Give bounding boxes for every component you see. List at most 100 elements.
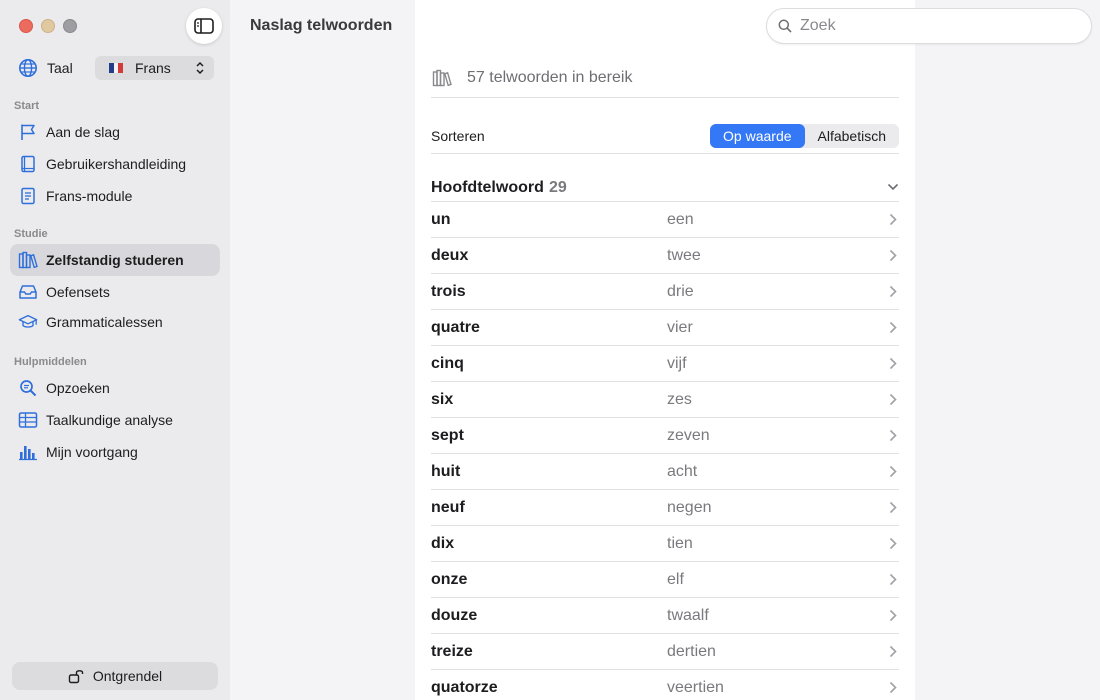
sidebar-item-gebruikershandleiding[interactable]: Gebruikershandleiding bbox=[10, 148, 220, 180]
french-numeral: un bbox=[431, 211, 451, 228]
list-item[interactable]: quatorze veertien bbox=[431, 670, 899, 700]
books-icon bbox=[432, 69, 452, 86]
sidebar-item-opzoeken[interactable]: Opzoeken bbox=[10, 372, 220, 404]
unlock-label: Ontgrendel bbox=[92, 668, 163, 684]
french-numeral: sept bbox=[431, 427, 464, 444]
chevron-right-icon bbox=[889, 465, 897, 478]
language-select[interactable]: Frans bbox=[95, 56, 214, 80]
chevron-down-icon bbox=[887, 183, 899, 191]
list-item[interactable]: un een bbox=[431, 202, 899, 238]
sidebar-item-label: Mijn voortgang bbox=[46, 444, 138, 460]
sidebar-item-label: Oefensets bbox=[46, 284, 110, 300]
chevron-right-icon bbox=[889, 573, 897, 586]
list-item[interactable]: douze twaalf bbox=[431, 598, 899, 634]
dutch-translation: acht bbox=[667, 463, 698, 480]
list-item[interactable]: neuf negen bbox=[431, 490, 899, 526]
dutch-translation: een bbox=[667, 211, 694, 228]
french-numeral: cinq bbox=[431, 355, 464, 372]
french-numeral: treize bbox=[431, 643, 473, 660]
chevron-right-icon bbox=[889, 645, 897, 658]
dutch-translation: twaalf bbox=[667, 607, 709, 624]
french-numeral: neuf bbox=[431, 499, 465, 516]
chevron-right-icon bbox=[889, 321, 897, 334]
french-numeral: huit bbox=[431, 463, 461, 480]
dutch-translation: drie bbox=[667, 283, 694, 300]
search-icon bbox=[778, 19, 792, 33]
page-title: Naslag telwoorden bbox=[250, 17, 393, 34]
sidebar-toggle-icon bbox=[194, 18, 214, 34]
tray-icon bbox=[18, 282, 38, 302]
sidebar-item-label: Grammaticalessen bbox=[46, 314, 163, 330]
language-select-value: Frans bbox=[135, 60, 171, 76]
books-icon bbox=[18, 250, 38, 270]
french-numeral: deux bbox=[431, 247, 469, 264]
section-title-start: Start bbox=[14, 100, 40, 112]
list-item[interactable]: deux twee bbox=[431, 238, 899, 274]
range-count-text: 57 telwoorden in bereik bbox=[467, 68, 633, 86]
dutch-translation: zes bbox=[667, 391, 692, 408]
chevron-right-icon bbox=[889, 501, 897, 514]
list-item[interactable]: dix tien bbox=[431, 526, 899, 562]
unlock-icon bbox=[68, 670, 84, 684]
right-pane bbox=[915, 0, 1100, 700]
sidebar: Taal Frans Start Aan de slag Gebruikersh… bbox=[0, 0, 230, 700]
list-item[interactable]: onze elf bbox=[431, 562, 899, 598]
list-item[interactable]: six zes bbox=[431, 382, 899, 418]
french-numeral: douze bbox=[431, 607, 478, 624]
updown-chevron-icon bbox=[196, 61, 204, 75]
list-item[interactable]: cinq vijf bbox=[431, 346, 899, 382]
chevron-right-icon bbox=[889, 213, 897, 226]
sidebar-item-taalkundige-analyse[interactable]: Taalkundige analyse bbox=[10, 404, 220, 436]
sidebar-item-label: Frans-module bbox=[46, 188, 133, 204]
french-numeral: trois bbox=[431, 283, 466, 300]
sort-by-value-button[interactable]: Op waarde bbox=[710, 124, 805, 148]
dutch-translation: negen bbox=[667, 499, 712, 516]
sidebar-item-aan-de-slag[interactable]: Aan de slag bbox=[10, 116, 220, 148]
search-input[interactable]: Zoek bbox=[800, 17, 836, 35]
sidebar-item-frans-module[interactable]: Frans-module bbox=[10, 180, 220, 212]
unlock-button[interactable]: Ontgrendel bbox=[12, 662, 218, 690]
france-flag-icon bbox=[109, 63, 124, 73]
sidebar-item-grammaticalessen[interactable]: Grammaticalessen bbox=[10, 306, 220, 338]
chevron-right-icon bbox=[889, 249, 897, 262]
dutch-translation: vijf bbox=[667, 355, 687, 372]
list-item[interactable]: quatre vier bbox=[431, 310, 899, 346]
dutch-translation: vier bbox=[667, 319, 693, 336]
sidebar-item-label: Opzoeken bbox=[46, 380, 110, 396]
flag-icon bbox=[18, 122, 38, 142]
group-header-hoofdtelwoord[interactable]: Hoofdtelwoord 29 bbox=[431, 176, 899, 202]
book-icon bbox=[18, 154, 38, 174]
chevron-right-icon bbox=[889, 429, 897, 442]
language-row: Taal Frans bbox=[18, 56, 214, 80]
section-title-hulpmiddelen: Hulpmiddelen bbox=[14, 356, 87, 368]
list-item[interactable]: trois drie bbox=[431, 274, 899, 310]
list-item[interactable]: treize dertien bbox=[431, 634, 899, 670]
sort-alphabetical-button[interactable]: Alfabetisch bbox=[805, 124, 899, 148]
sidebar-item-zelfstandig-studeren[interactable]: Zelfstandig studeren bbox=[10, 244, 220, 276]
group-title: Hoofdtelwoord bbox=[431, 179, 544, 196]
list-item[interactable]: huit acht bbox=[431, 454, 899, 490]
list-item[interactable]: sept zeven bbox=[431, 418, 899, 454]
sort-segmented-control: Op waarde Alfabetisch bbox=[710, 124, 899, 148]
french-numeral: quatorze bbox=[431, 679, 498, 696]
zoom-window-button[interactable] bbox=[63, 19, 77, 33]
sidebar-item-mijn-voortgang[interactable]: Mijn voortgang bbox=[10, 436, 220, 468]
table-icon bbox=[18, 410, 38, 430]
globe-icon bbox=[19, 59, 37, 77]
main-content: 57 telwoorden in bereik Sorteren Op waar… bbox=[415, 0, 915, 700]
sort-row: Sorteren Op waarde Alfabetisch bbox=[431, 118, 899, 154]
sidebar-item-label: Aan de slag bbox=[46, 124, 120, 140]
sidebar-item-oefensets[interactable]: Oefensets bbox=[10, 276, 220, 308]
sort-label: Sorteren bbox=[431, 128, 485, 144]
magnifier-icon bbox=[18, 378, 38, 398]
minimize-window-button[interactable] bbox=[41, 19, 55, 33]
search-field[interactable]: Zoek bbox=[766, 8, 1092, 44]
chevron-right-icon bbox=[889, 609, 897, 622]
chevron-right-icon bbox=[889, 285, 897, 298]
group-count: 29 bbox=[549, 179, 567, 196]
dutch-translation: elf bbox=[667, 571, 684, 588]
section-title-studie: Studie bbox=[14, 228, 48, 240]
toggle-sidebar-button[interactable] bbox=[186, 8, 222, 44]
dutch-translation: tien bbox=[667, 535, 693, 552]
close-window-button[interactable] bbox=[19, 19, 33, 33]
